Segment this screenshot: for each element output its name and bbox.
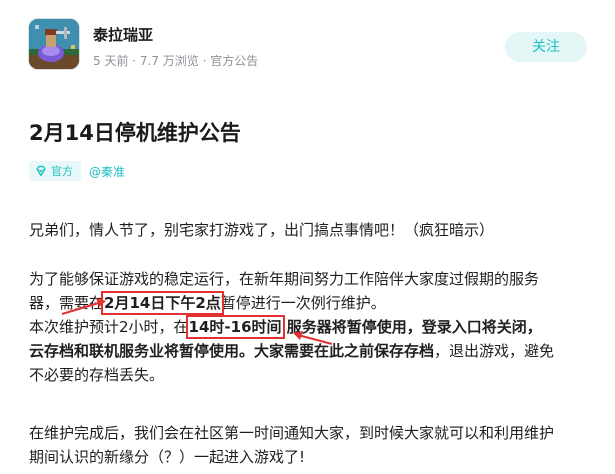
text-segment: 暂停进行一次例行维护。 bbox=[220, 294, 386, 312]
post-content: 兄弟们，情人节了，别宅家打游戏了，出门搞点事情吧！（疯狂暗示） 为了能够保证游戏… bbox=[29, 218, 599, 469]
paragraph-4-line-1: 在维护完成后，我们会在社区第一时间通知大家，到时候大家就可以和利用维护 bbox=[29, 424, 555, 442]
text-segment-bold: 服务器将暂停使用，登录入口将关闭， bbox=[281, 318, 542, 336]
paragraph-2-line-1: 为了能够保证游戏的稳定运行，在新年期间努力工作陪伴大家度过假期的服务 bbox=[29, 270, 540, 288]
paragraph-2-line-2: 器，需要在2月14日下午2点暂停进行一次例行维护。 bbox=[29, 291, 599, 315]
author-link[interactable]: @秦准 bbox=[89, 163, 125, 180]
text-segment-bold: 云存档和联机服务业将暂停使用。大家需要在此之前保存存档 bbox=[29, 342, 435, 360]
follow-button[interactable]: 关注 bbox=[505, 32, 587, 62]
text-segment: ，退出游戏，避免 bbox=[434, 342, 555, 360]
post-meta: 5 天前 · 7.7 万浏览 · 官方公告 bbox=[93, 54, 259, 68]
post-header: 泰拉瑞亚 5 天前 · 7.7 万浏览 · 官方公告 关注 bbox=[0, 0, 615, 90]
paragraph-3-line-3: 不必要的存档丢失。 bbox=[29, 366, 165, 384]
paragraph-4-line-2: 期间认识的新缘分（？）一起进入游戏了! bbox=[29, 448, 306, 466]
highlight-date: 2月14日下午2点 bbox=[101, 291, 224, 315]
paragraph-3-line-1: 本次维护预计2小时，在14时-16时间 服务器将暂停使用，登录入口将关闭， bbox=[29, 315, 599, 339]
paragraph-1: 兄弟们，情人节了，别宅家打游戏了，出门搞点事情吧！（疯狂暗示） bbox=[29, 221, 495, 239]
text-segment: 器，需要在 bbox=[29, 294, 105, 312]
official-tag: 官方 bbox=[29, 161, 81, 181]
text-segment: 本次维护预计2小时，在 bbox=[29, 318, 189, 336]
highlight-time: 14时-16时间 bbox=[185, 315, 285, 339]
diamond-badge-icon bbox=[36, 165, 46, 177]
post-title: 2月14日停机维护公告 bbox=[29, 121, 241, 145]
game-name[interactable]: 泰拉瑞亚 bbox=[93, 24, 153, 45]
paragraph-3-line-2: 云存档和联机服务业将暂停使用。大家需要在此之前保存存档，退出游戏，避免 bbox=[29, 339, 599, 363]
terraria-app-icon[interactable] bbox=[28, 18, 80, 70]
official-tag-label: 官方 bbox=[51, 165, 73, 178]
author-row: 官方 @秦准 bbox=[29, 160, 125, 182]
